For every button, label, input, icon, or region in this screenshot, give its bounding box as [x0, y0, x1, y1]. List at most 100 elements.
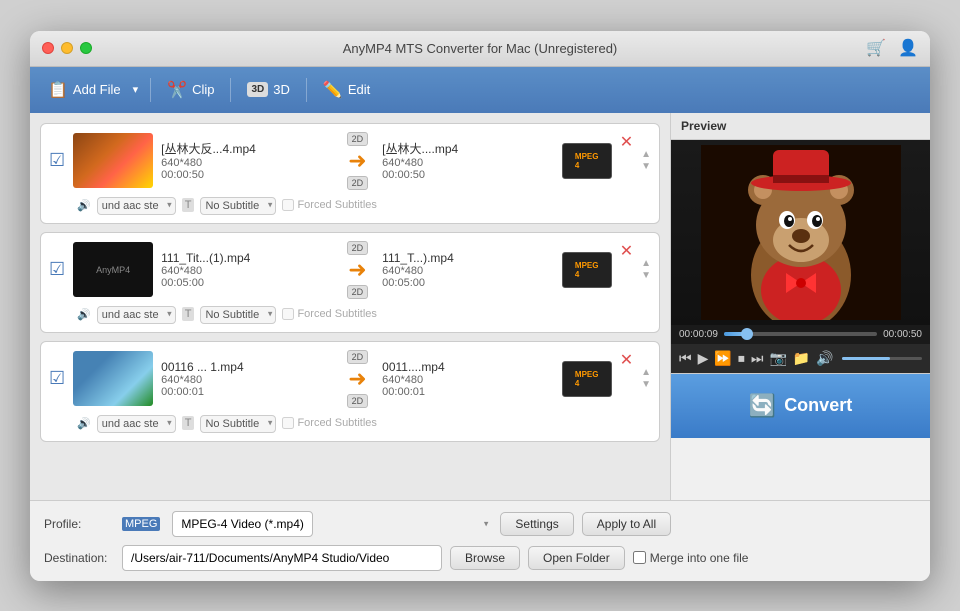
stop-button[interactable]: ⏹	[738, 350, 745, 367]
scroll-down-3[interactable]: ▼	[641, 380, 651, 390]
audio-icon-2: 🔊	[77, 308, 91, 321]
subtitle-select-wrapper-3: No Subtitle Subtitle	[200, 414, 276, 433]
file-scroll-1: ▲ ▼	[641, 132, 651, 190]
titlebar-icons: 🛒 👤	[866, 38, 918, 58]
subtitle-select-1[interactable]: No Subtitle Subtitle	[200, 197, 276, 215]
clip-icon: ✂️	[167, 80, 187, 100]
arrow-icon-2: ➜	[348, 257, 366, 283]
volume-icon[interactable]: 🔊	[816, 350, 833, 367]
close-button[interactable]	[42, 42, 54, 54]
forced-checkbox-1[interactable]	[282, 199, 294, 211]
scroll-up-2[interactable]: ▲	[641, 259, 651, 269]
file-dur-3: 00:00:01	[161, 386, 333, 398]
audio-select-2[interactable]: und aac ste	[97, 306, 176, 324]
app-window: AnyMP4 MTS Converter for Mac (Unregister…	[30, 31, 930, 581]
maximize-button[interactable]	[80, 42, 92, 54]
file-info-2: 111_Tit...(1).mp4 640*480 00:05:00	[161, 251, 333, 289]
audio-select-1[interactable]: und aac ste	[97, 197, 176, 215]
minimize-button[interactable]	[61, 42, 73, 54]
file-close-3[interactable]: ✕	[620, 350, 633, 370]
threed-label: 3D	[273, 82, 290, 97]
audio-icon-1: 🔊	[77, 199, 91, 212]
forced-checkbox-2[interactable]	[282, 308, 294, 320]
add-file-button[interactable]: 📋 Add File	[40, 75, 129, 105]
preview-timeline: 00:00:09 00:00:50	[671, 325, 930, 344]
file-close-2[interactable]: ✕	[620, 241, 633, 261]
file-checkbox-3[interactable]: ☑	[49, 368, 65, 389]
window-title: AnyMP4 MTS Converter for Mac (Unregister…	[343, 41, 618, 56]
badge-2d-in-3: 2D	[347, 350, 369, 364]
scroll-up-1[interactable]: ▲	[641, 150, 651, 160]
file-codec-1: MPEG4	[562, 143, 612, 179]
cart-icon[interactable]: 🛒	[866, 38, 886, 58]
file-checkbox-2[interactable]: ☑	[49, 259, 65, 280]
badge-2d-in-1: 2D	[347, 132, 369, 146]
destination-label: Destination:	[44, 551, 114, 565]
play-button[interactable]: ▶	[698, 350, 709, 367]
toolbar-separator-1	[150, 78, 151, 102]
file-name-in-2: 111_Tit...(1).mp4	[161, 251, 333, 265]
skip-forward-button[interactable]: ⏭	[751, 350, 764, 367]
bottom-bar: Profile: MPEG MPEG-4 Video (*.mp4) Setti…	[30, 500, 930, 581]
badge-2d-out-2: 2D	[347, 285, 369, 299]
edit-label: Edit	[348, 82, 370, 97]
file-codec-3: MPEG4	[562, 361, 612, 397]
subtitle-select-3[interactable]: No Subtitle Subtitle	[200, 415, 276, 433]
file-info-3: 00116 ... 1.mp4 640*480 00:00:01	[161, 360, 333, 398]
file-name-out-3: 0011....mp4	[382, 360, 554, 374]
profile-select[interactable]: MPEG-4 Video (*.mp4)	[172, 511, 313, 537]
threed-button[interactable]: 3D 3D	[239, 77, 297, 102]
profile-select-wrapper: MPEG-4 Video (*.mp4)	[172, 511, 492, 537]
volume-bar[interactable]	[842, 357, 922, 360]
file-scroll-3: ▲ ▼	[641, 350, 651, 408]
scroll-down-1[interactable]: ▼	[641, 162, 651, 172]
file-dur-1: 00:00:50	[161, 169, 333, 181]
forced-label-3: Forced Subtitles	[282, 417, 376, 429]
convert-button[interactable]: 🔄 Convert	[671, 373, 930, 438]
folder-button[interactable]: 📁	[793, 350, 810, 367]
timeline-bar[interactable]	[724, 332, 877, 336]
file-close-1[interactable]: ✕	[620, 132, 633, 152]
timeline-handle[interactable]	[741, 328, 753, 340]
bear-scene	[671, 140, 930, 325]
time-current: 00:00:09	[679, 329, 718, 340]
merge-label: Merge into one file	[633, 551, 749, 565]
destination-row: Destination: Browse Open Folder Merge in…	[44, 545, 916, 571]
subtitle-select-wrapper-2: No Subtitle Subtitle	[200, 305, 276, 324]
preview-video	[671, 140, 930, 325]
scroll-down-2[interactable]: ▼	[641, 271, 651, 281]
fast-forward-button[interactable]: ⏩	[714, 350, 731, 367]
skip-back-button[interactable]: ⏮	[679, 350, 692, 367]
scroll-up-3[interactable]: ▲	[641, 368, 651, 378]
toolbar-separator-3	[306, 78, 307, 102]
file-res-2: 640*480	[161, 265, 333, 277]
file-checkbox-1[interactable]: ☑	[49, 150, 65, 171]
audio-select-wrapper-2: und aac ste	[97, 305, 176, 324]
audio-select-wrapper-1: und aac ste	[97, 196, 176, 215]
file-res-out-1: 640*480	[382, 157, 554, 169]
apply-all-button[interactable]: Apply to All	[582, 512, 671, 536]
screenshot-button[interactable]: 📷	[769, 350, 786, 367]
clip-button[interactable]: ✂️ Clip	[159, 75, 222, 105]
user-icon[interactable]: 👤	[898, 38, 918, 58]
browse-button[interactable]: Browse	[450, 546, 520, 570]
edit-button[interactable]: ✏️ Edit	[315, 75, 378, 105]
audio-icon-3: 🔊	[77, 417, 91, 430]
settings-button[interactable]: Settings	[500, 512, 573, 536]
badge-2d-out-1: 2D	[347, 176, 369, 190]
merge-checkbox[interactable]	[633, 551, 646, 564]
forced-checkbox-3[interactable]	[282, 417, 294, 429]
file-item-2: ☑ AnyMP4 111_Tit...(1).mp4 640*480 00:05…	[40, 232, 660, 333]
subtitle-select-2[interactable]: No Subtitle Subtitle	[200, 306, 276, 324]
file-name-in-3: 00116 ... 1.mp4	[161, 360, 333, 374]
time-total: 00:00:50	[883, 329, 922, 340]
add-file-dropdown[interactable]: ▾	[129, 78, 143, 101]
file-name-out-1: [丛林大....mp4	[382, 140, 554, 157]
subtitle-icon-1: T	[182, 198, 195, 212]
file-codec-2: MPEG4	[562, 252, 612, 288]
file-item: ☑ [丛林大反...4.mp4 640*480 00:00:50 2D ➜ 2D…	[40, 123, 660, 224]
destination-input[interactable]	[122, 545, 442, 571]
open-folder-button[interactable]: Open Folder	[528, 546, 625, 570]
audio-select-3[interactable]: und aac ste	[97, 415, 176, 433]
audio-select-wrapper-3: und aac ste	[97, 414, 176, 433]
